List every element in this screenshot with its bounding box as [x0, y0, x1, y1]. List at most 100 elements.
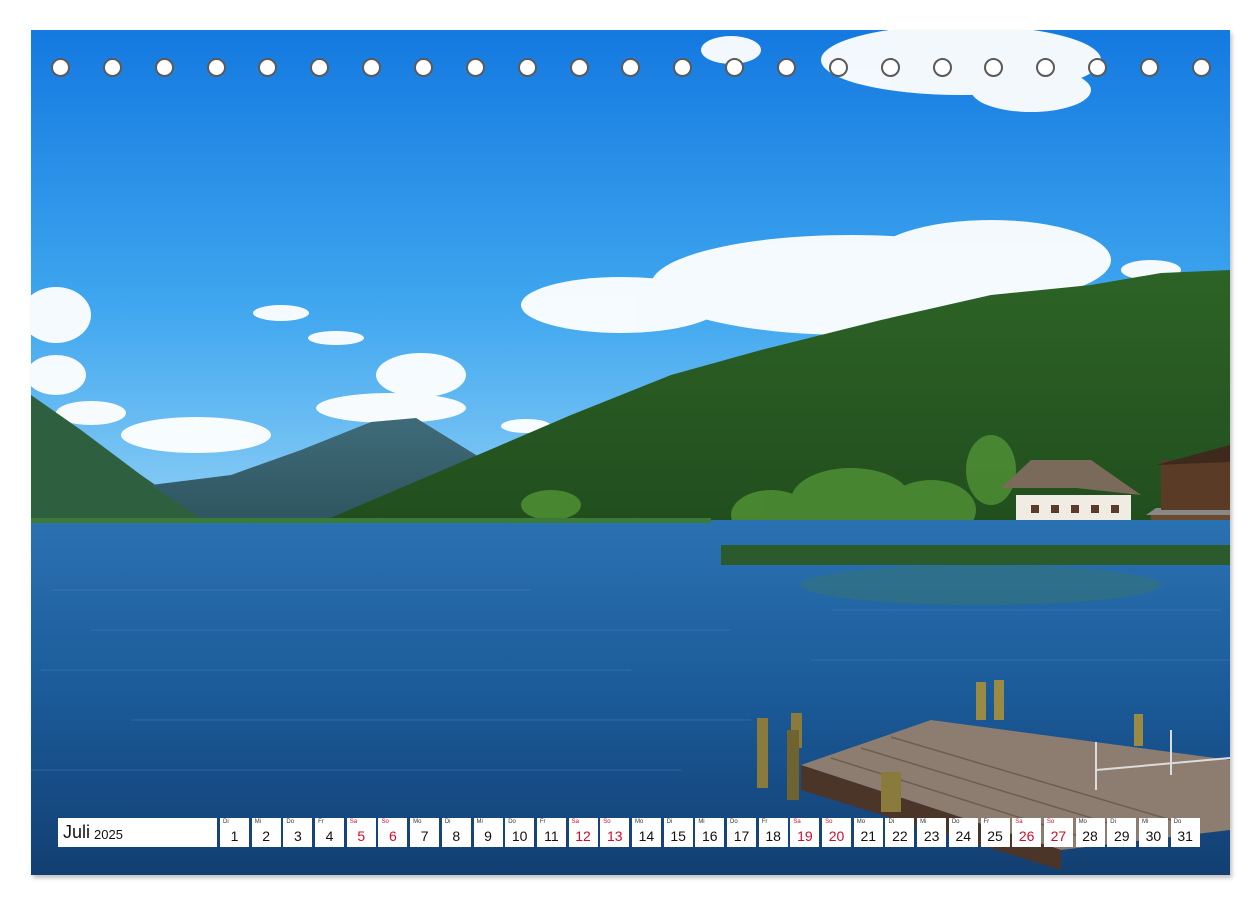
- day-number: 31: [1177, 828, 1193, 844]
- day-cell: Do 31: [1170, 818, 1200, 847]
- day-cell: Mi 30: [1138, 818, 1168, 847]
- day-number: 30: [1145, 828, 1162, 844]
- day-number: 11: [544, 828, 559, 844]
- lake-landscape-photo: [31, 30, 1230, 875]
- binding-hole: [51, 57, 70, 77]
- binding-hole: [569, 57, 589, 77]
- day-cell: Di 15: [663, 818, 693, 847]
- weekday-label: Di: [444, 819, 451, 825]
- day-number: 19: [797, 828, 813, 844]
- day-cell: Mo 21: [853, 818, 883, 847]
- day-cell: Sa 26: [1012, 818, 1042, 847]
- day-cell: Fr 18: [758, 818, 788, 847]
- day-number: 27: [1050, 828, 1067, 844]
- day-number: 17: [733, 828, 750, 844]
- weekday-label: So: [603, 819, 611, 825]
- day-number: 8: [452, 828, 461, 844]
- weekday-label: Mo: [634, 819, 644, 825]
- weekday-label: Fr: [539, 819, 546, 825]
- day-number: 22: [892, 828, 908, 844]
- weekday-label: Mi: [476, 819, 483, 825]
- day-number: 9: [484, 828, 492, 844]
- weekday-label: Mi: [254, 819, 262, 825]
- weekday-label: Mi: [698, 819, 705, 825]
- day-number: 13: [606, 828, 623, 844]
- binding-hole: [673, 57, 693, 77]
- day-cell: Mi 2: [251, 818, 281, 847]
- binding-hole: [517, 57, 537, 77]
- day-cells: Di 1 Mi 2 Do 3 Fr 4 Sa 5 So 6 Mo 7 Di 8 Mi 9 Do 10 Fr 11 Sa 12 S…: [220, 818, 1200, 847]
- day-cell: Do 17: [727, 818, 756, 847]
- day-number: 20: [828, 828, 845, 844]
- day-number: 15: [670, 828, 686, 844]
- binding-hole: [465, 57, 485, 77]
- weekday-label: Sa: [793, 819, 801, 825]
- day-cell: Mi 23: [917, 818, 947, 847]
- binding-hole: [984, 57, 1004, 77]
- day-number: 12: [575, 828, 591, 844]
- binding-hole: [828, 57, 848, 77]
- day-number: 14: [638, 828, 655, 844]
- day-cell: Fr 25: [980, 818, 1010, 847]
- binding-hole: [1191, 57, 1211, 77]
- day-number: 16: [702, 828, 718, 844]
- day-cell: Mi 9: [473, 818, 503, 847]
- day-number: 24: [955, 828, 972, 844]
- day-cell: So 6: [378, 818, 408, 847]
- day-cell: Fr 4: [315, 818, 345, 847]
- day-number: 29: [1113, 828, 1130, 844]
- day-number: 21: [860, 828, 877, 844]
- binding-hole: [1036, 57, 1056, 77]
- day-cell: Mo 28: [1075, 818, 1105, 847]
- day-number: 23: [923, 828, 940, 844]
- day-cell: Di 8: [441, 818, 471, 847]
- day-number: 3: [293, 828, 302, 844]
- binding-hole: [206, 57, 226, 77]
- binding-hole: [621, 57, 641, 77]
- day-cell: So 13: [600, 818, 630, 847]
- day-cell: Do 3: [283, 818, 313, 847]
- day-cell: Sa 12: [568, 818, 598, 847]
- weekday-label: Mi: [920, 819, 927, 825]
- month-year: 2025: [94, 826, 123, 842]
- weekday-label: Fr: [983, 819, 990, 825]
- weekday-label: Mi: [1141, 819, 1149, 825]
- weekday-label: Di: [666, 819, 673, 825]
- day-number: 28: [1082, 828, 1098, 844]
- weekday-label: Fr: [761, 819, 768, 825]
- day-cell: Sa 5: [346, 818, 376, 847]
- weekday-label: Do: [951, 819, 960, 825]
- binding-hole: [362, 57, 382, 77]
- day-cell: Di 1: [220, 818, 249, 847]
- day-cell: Mi 16: [695, 818, 725, 847]
- binding-hole: [310, 57, 330, 77]
- day-number: 4: [325, 828, 334, 844]
- binding-hole: [932, 57, 952, 77]
- weekday-label: Do: [508, 819, 516, 825]
- month-calendar-strip: Juli 2025 Di 1 Mi 2 Do 3 Fr 4 Sa 5 So 6 Mo 7 Di 8 Mi 9 Do 1…: [58, 818, 1200, 847]
- month-name: Juli: [63, 822, 91, 842]
- day-number: 7: [420, 828, 429, 844]
- weekday-label: Do: [286, 819, 295, 825]
- day-cell: Do 10: [505, 818, 535, 847]
- day-cell: Mo 7: [410, 818, 440, 847]
- weekday-label: So: [1046, 819, 1055, 825]
- day-number: 1: [230, 828, 239, 844]
- day-cell: So 20: [822, 818, 852, 847]
- binding-hole: [414, 57, 434, 77]
- day-cell: Fr 11: [536, 818, 566, 847]
- weekday-label: Do: [1173, 819, 1182, 825]
- calendar-page: Juli 2025 Di 1 Mi 2 Do 3 Fr 4 Sa 5 So 6 Mo 7 Di 8 Mi 9 Do 1…: [31, 30, 1230, 875]
- weekday-label: Di: [223, 819, 229, 825]
- weekday-label: Do: [730, 819, 738, 825]
- day-number: 6: [389, 828, 397, 844]
- binding-hole: [880, 57, 900, 77]
- weekday-label: So: [825, 819, 833, 825]
- day-number: 5: [357, 828, 366, 844]
- binding-hole: [102, 57, 122, 77]
- month-label-box: Juli 2025: [58, 818, 217, 847]
- binding-hole: [258, 57, 278, 77]
- weekday-label: Di: [1110, 819, 1116, 825]
- day-cell: Di 29: [1107, 818, 1137, 847]
- weekday-label: Mo: [413, 819, 422, 825]
